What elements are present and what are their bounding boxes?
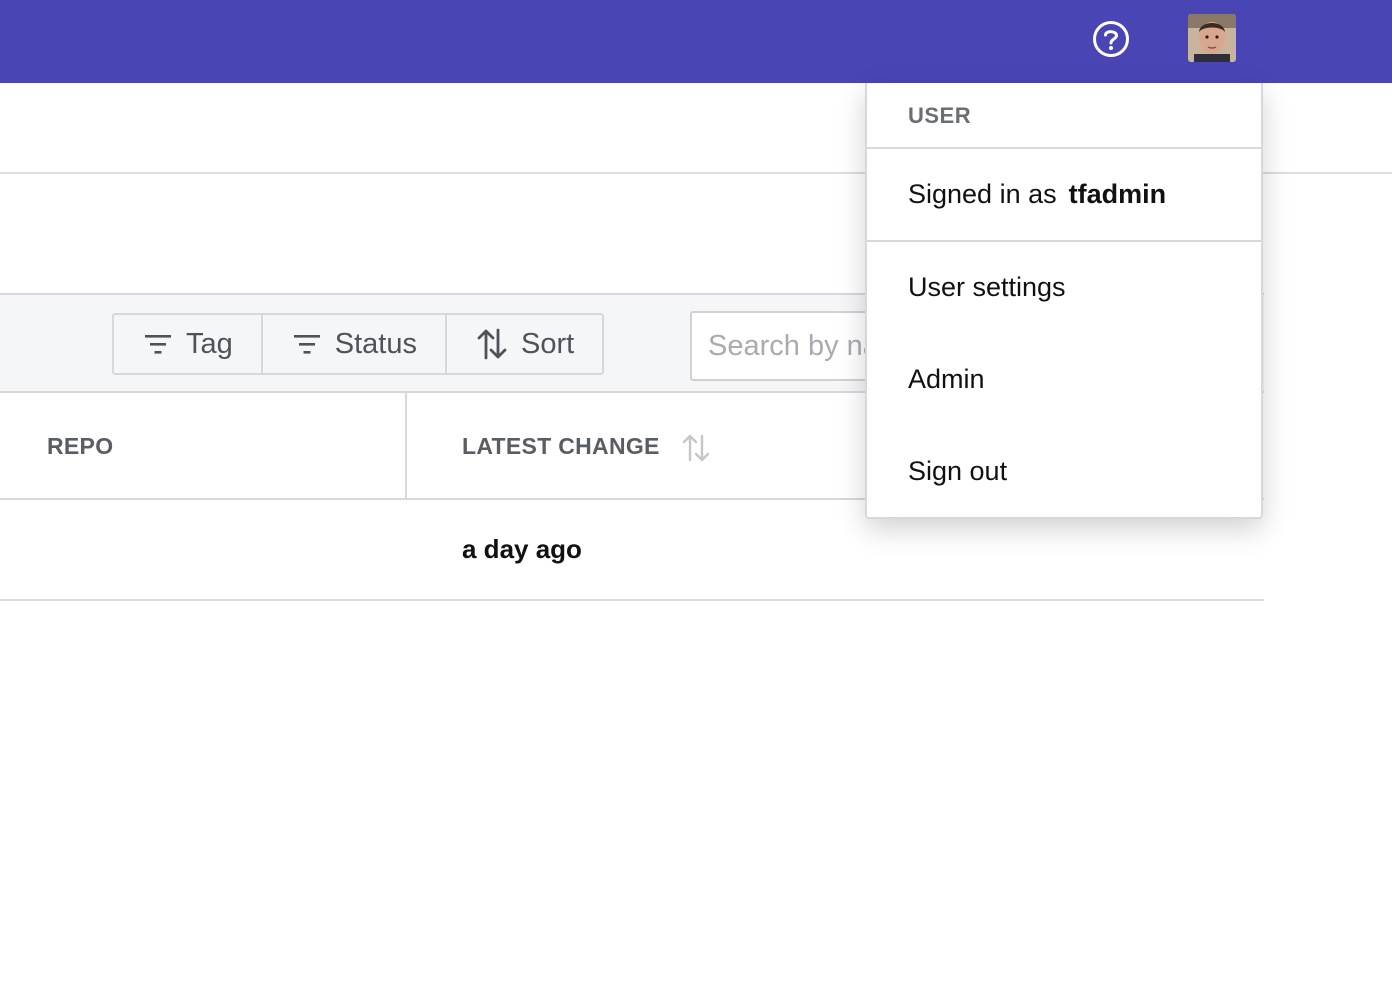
column-header-latest-change[interactable]: LATEST CHANGE <box>462 433 660 460</box>
sign-out-menu-item[interactable]: Sign out <box>908 456 1007 487</box>
tag-filter-button[interactable]: Tag <box>114 315 263 373</box>
tag-filter-label: Tag <box>186 327 233 360</box>
question-circle-icon[interactable] <box>1092 20 1130 58</box>
user-avatar[interactable] <box>1188 14 1236 62</box>
filter-lines-icon <box>293 335 320 354</box>
top-navigation-bar <box>0 0 1392 83</box>
sort-arrows-icon <box>477 328 507 360</box>
signed-in-text: Signed in as tfadmin <box>908 179 1166 210</box>
status-filter-button[interactable]: Status <box>263 315 447 373</box>
sort-label: Sort <box>520 327 575 360</box>
column-header-repo: REPO <box>47 433 114 459</box>
admin-menu-item[interactable]: Admin <box>908 364 985 395</box>
menu-divider <box>867 147 1263 149</box>
menu-divider <box>867 240 1263 242</box>
user-dropdown-menu: USER Signed in as tfadmin User settings A… <box>865 83 1263 519</box>
user-menu-header: USER <box>908 103 972 128</box>
column-sort-icon[interactable] <box>682 432 710 469</box>
column-divider <box>405 393 407 498</box>
filter-lines-icon <box>145 335 171 354</box>
filter-button-group: Tag Status Sort <box>112 313 605 375</box>
signed-in-prefix: Signed in as <box>908 179 1057 209</box>
latest-change-cell: a day ago <box>462 534 582 564</box>
user-settings-menu-item[interactable]: User settings <box>908 272 1066 303</box>
signed-in-username: tfadmin <box>1068 179 1167 209</box>
table-row-divider <box>0 599 1264 601</box>
status-filter-label: Status <box>334 327 417 360</box>
sort-button[interactable]: Sort <box>447 315 602 373</box>
